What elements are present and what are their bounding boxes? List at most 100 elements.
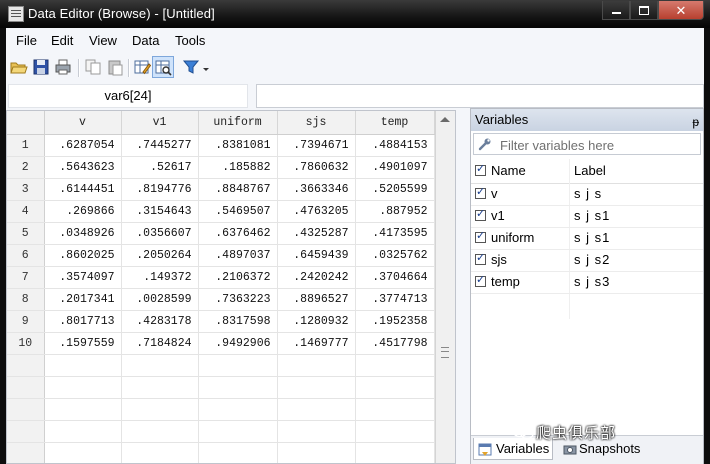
column-header-uniform[interactable]: uniform [198, 111, 278, 135]
empty-cell[interactable] [277, 442, 356, 463]
empty-cell[interactable] [277, 376, 356, 399]
cell-v[interactable]: .269866 [44, 200, 122, 223]
pin-icon[interactable]: ᵽ [692, 111, 699, 133]
variable-row-v1[interactable]: v1 s j s1 [471, 205, 703, 228]
cell-v1[interactable]: .4283178 [121, 310, 199, 333]
empty-cell[interactable] [44, 376, 122, 399]
variable-checkbox[interactable] [475, 207, 486, 221]
column-header-v1[interactable]: v1 [121, 111, 199, 135]
open-folder-icon[interactable] [10, 58, 28, 76]
row-number[interactable]: 1 [7, 134, 45, 157]
column-header-temp[interactable]: temp [355, 111, 435, 135]
minimize-button[interactable] [602, 1, 630, 20]
cell-sjs[interactable]: .1280932 [277, 310, 356, 333]
menu-edit[interactable]: Edit [51, 33, 73, 48]
empty-cell[interactable] [355, 442, 435, 463]
variable-checkbox[interactable] [475, 229, 486, 243]
empty-cell[interactable] [121, 398, 199, 421]
cell-temp[interactable]: .0325762 [355, 244, 435, 267]
row-number[interactable]: 5 [7, 222, 45, 245]
empty-cell[interactable] [198, 354, 278, 377]
cell-sjs[interactable]: .2420242 [277, 266, 356, 289]
filter-variables-input[interactable] [498, 135, 700, 155]
variable-row-v[interactable]: vs j s [471, 183, 703, 206]
cell-sjs[interactable]: .1469777 [277, 332, 356, 355]
row-number[interactable]: 3 [7, 178, 45, 201]
cell-v[interactable]: .5643623 [44, 156, 122, 179]
scrollbar-grip-icon[interactable] [441, 347, 449, 358]
cell-value-input[interactable] [256, 84, 704, 108]
menu-file[interactable]: File [16, 33, 37, 48]
cell-uniform[interactable]: .8848767 [198, 178, 278, 201]
cell-sjs[interactable]: .8896527 [277, 288, 356, 311]
row-number[interactable]: 9 [7, 310, 45, 333]
empty-cell[interactable] [198, 420, 278, 443]
vertical-scrollbar[interactable] [435, 111, 455, 463]
empty-cell[interactable] [355, 420, 435, 443]
empty-cell[interactable] [198, 376, 278, 399]
variable-checkbox[interactable] [475, 273, 486, 287]
cell-v1[interactable]: .2050264 [121, 244, 199, 267]
print-icon[interactable] [54, 58, 72, 76]
cell-v[interactable]: .6144451 [44, 178, 122, 201]
cell-v1[interactable]: .3154643 [121, 200, 199, 223]
cell-v1[interactable]: .149372 [121, 266, 199, 289]
cell-temp[interactable]: .4517798 [355, 332, 435, 355]
cell-sjs[interactable]: .4325287 [277, 222, 356, 245]
cell-temp[interactable]: .4173595 [355, 222, 435, 245]
empty-row-number[interactable] [7, 376, 45, 399]
column-header-v[interactable]: v [44, 111, 122, 135]
cell-v1[interactable]: .7184824 [121, 332, 199, 355]
close-button[interactable]: ✕ [658, 1, 704, 20]
cell-uniform[interactable]: .7363223 [198, 288, 278, 311]
menu-view[interactable]: View [89, 33, 117, 48]
variable-checkbox[interactable] [475, 185, 486, 199]
empty-cell[interactable] [44, 354, 122, 377]
cell-sjs[interactable]: .6459439 [277, 244, 356, 267]
cell-uniform[interactable]: .9492906 [198, 332, 278, 355]
variable-checkbox[interactable] [475, 251, 486, 265]
empty-cell[interactable] [44, 398, 122, 421]
empty-cell[interactable] [355, 354, 435, 377]
cell-v[interactable]: .3574097 [44, 266, 122, 289]
cell-temp[interactable]: .3704664 [355, 266, 435, 289]
empty-cell[interactable] [355, 398, 435, 421]
cell-uniform[interactable]: .5469507 [198, 200, 278, 223]
menu-data[interactable]: Data [132, 33, 159, 48]
cell-temp[interactable]: .1952358 [355, 310, 435, 333]
empty-cell[interactable] [44, 420, 122, 443]
cell-uniform[interactable]: .8317598 [198, 310, 278, 333]
wrench-icon[interactable] [478, 137, 492, 151]
save-icon[interactable] [32, 58, 50, 76]
variable-row-uniform[interactable]: uniform s j s1 [471, 227, 703, 250]
row-number[interactable]: 2 [7, 156, 45, 179]
cell-uniform[interactable]: .2106372 [198, 266, 278, 289]
cell-uniform[interactable]: .6376462 [198, 222, 278, 245]
label-column-header[interactable]: Label [574, 159, 606, 183]
column-header-sjs[interactable]: sjs [277, 111, 356, 135]
cell-v1[interactable]: .0028599 [121, 288, 199, 311]
empty-row-number[interactable] [7, 398, 45, 421]
copy-icon[interactable] [84, 58, 102, 76]
empty-cell[interactable] [277, 354, 356, 377]
variable-row-sjs[interactable]: sjs s j s2 [471, 249, 703, 272]
cell-v[interactable]: .6287054 [44, 134, 122, 157]
cell-sjs[interactable]: .4763205 [277, 200, 356, 223]
filter-icon[interactable] [182, 58, 200, 76]
empty-cell[interactable] [277, 420, 356, 443]
cell-v1[interactable]: .0356607 [121, 222, 199, 245]
empty-cell[interactable] [355, 376, 435, 399]
empty-row-number[interactable] [7, 420, 45, 443]
title-bar[interactable]: Data Editor (Browse) - [Untitled] ✕ [0, 0, 710, 28]
cell-sjs[interactable]: .7394671 [277, 134, 356, 157]
cell-temp[interactable]: .5205599 [355, 178, 435, 201]
cell-v1[interactable]: .8194776 [121, 178, 199, 201]
cell-temp[interactable]: .4901097 [355, 156, 435, 179]
row-number[interactable]: 10 [7, 332, 45, 355]
cell-v1[interactable]: .52617 [121, 156, 199, 179]
cell-v[interactable]: .8017713 [44, 310, 122, 333]
name-column-header[interactable]: Name [491, 159, 526, 183]
row-number[interactable]: 7 [7, 266, 45, 289]
paste-icon[interactable] [106, 58, 124, 76]
select-all-checkbox[interactable] [475, 162, 486, 176]
